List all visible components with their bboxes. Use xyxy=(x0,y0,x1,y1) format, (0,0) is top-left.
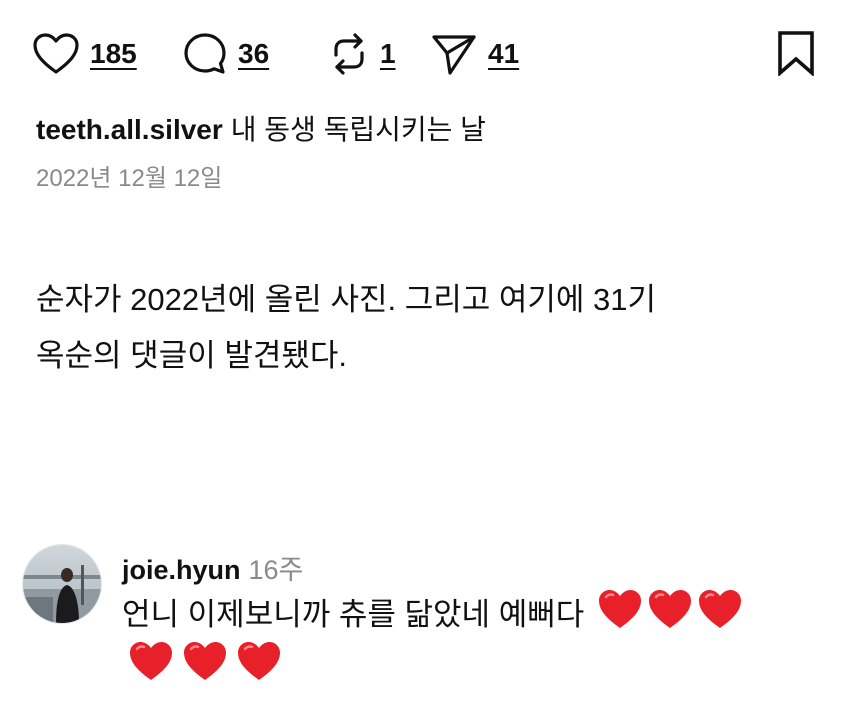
comment-bubble-icon xyxy=(184,33,226,74)
share-button[interactable]: 41 xyxy=(430,28,519,80)
comment-username[interactable]: joie.hyun xyxy=(122,555,241,585)
comment-time: 16주 xyxy=(248,555,304,585)
repost-icon xyxy=(334,33,364,75)
comment-text-line: 언니 이제보니까 츄를 닮았네 예뻐다 xyxy=(122,588,822,646)
post-caption-text: 내 동생 독립시키는 날 xyxy=(230,114,486,145)
red-heart-icon xyxy=(182,640,228,687)
red-heart-icon xyxy=(597,588,643,646)
comment-button[interactable]: 36 xyxy=(182,28,269,80)
red-heart-icon xyxy=(128,640,174,687)
comment-text-line-2 xyxy=(128,640,290,687)
post-username[interactable]: teeth.all.silver xyxy=(36,114,223,145)
post-action-bar: 185 36 1 41 xyxy=(32,28,818,80)
repost-button[interactable]: 1 xyxy=(328,28,396,80)
avatar-photo xyxy=(23,545,101,623)
like-button[interactable]: 185 xyxy=(32,28,137,80)
send-icon xyxy=(432,35,476,75)
comment-header: joie.hyun 16주 xyxy=(122,548,303,587)
like-count[interactable]: 185 xyxy=(90,38,137,70)
comment-count[interactable]: 36 xyxy=(238,38,269,70)
red-heart-icon xyxy=(236,640,282,687)
article-line-1: 순자가 2022년에 올린 사진. 그리고 여기에 31기 xyxy=(36,282,657,317)
red-heart-icon xyxy=(647,588,693,646)
article-text: 순자가 2022년에 올린 사진. 그리고 여기에 31기 옥순의 댓글이 발견… xyxy=(36,272,816,384)
post-caption: teeth.all.silver 내 동생 독립시키는 날 xyxy=(36,108,486,148)
repost-count[interactable]: 1 xyxy=(380,38,396,70)
share-count[interactable]: 41 xyxy=(488,38,519,70)
heart-outline-icon xyxy=(33,33,79,74)
bookmark-button[interactable] xyxy=(774,30,818,81)
comment-text: 언니 이제보니까 츄를 닮았네 예뻐다 xyxy=(122,597,585,633)
red-heart-icon xyxy=(697,588,743,646)
bookmark-icon xyxy=(778,31,814,77)
avatar[interactable] xyxy=(22,544,102,624)
article-line-2: 옥순의 댓글이 발견됐다. xyxy=(36,338,348,373)
post-date: 2022년 12월 12일 xyxy=(36,165,223,192)
